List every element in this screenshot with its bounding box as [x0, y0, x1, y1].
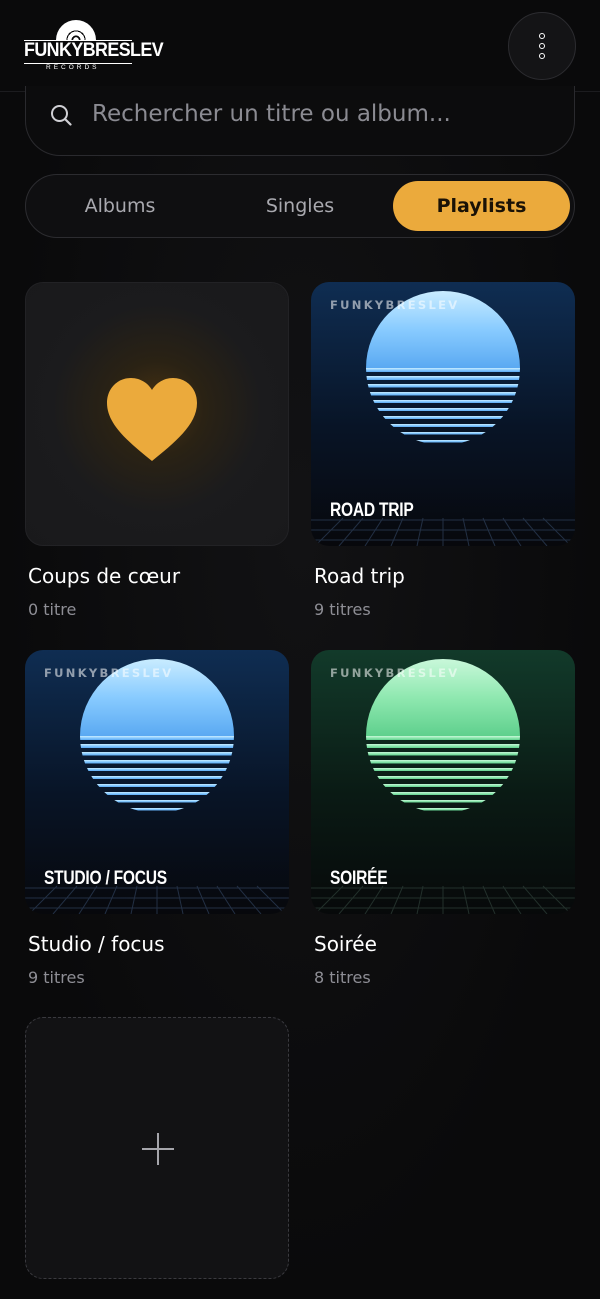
- playlist-title: Road trip: [314, 564, 405, 588]
- playlist-track-count: 8 titres: [314, 968, 371, 987]
- search-icon: [51, 105, 72, 126]
- cover-label: STUDIO / FOCUS: [44, 868, 167, 889]
- vinyl-icon: [56, 20, 96, 40]
- more-options-button[interactable]: [508, 12, 576, 80]
- cover-brand-tag: FUNKYBRESLEV: [44, 666, 174, 680]
- cover-brand-tag: FUNKYBRESLEV: [330, 666, 460, 680]
- app-header: FUNKYBRESLEV RECORDS: [0, 0, 600, 92]
- category-tabs: Albums Singles Playlists: [25, 174, 575, 238]
- more-vertical-icon-dot: [539, 43, 545, 49]
- plus-icon: [142, 1133, 174, 1165]
- cover-brand-tag: FUNKYBRESLEV: [330, 298, 460, 312]
- playlists-screen: FUNKYBRESLEV RECORDS Albums Singles Play…: [0, 0, 600, 1299]
- playlist-cover: FUNKYBRESLEV STUDIO / FOCUS: [25, 650, 289, 914]
- playlist-cover: [25, 282, 289, 546]
- search-input[interactable]: [92, 96, 552, 132]
- search-bar[interactable]: [25, 86, 575, 156]
- playlist-title: Studio / focus: [28, 932, 165, 956]
- brand-logo[interactable]: FUNKYBRESLEV RECORDS: [24, 18, 164, 74]
- playlist-track-count: 9 titres: [314, 600, 371, 619]
- playlist-track-count: 0 titre: [28, 600, 77, 619]
- tab-albums[interactable]: Albums: [32, 181, 208, 231]
- cover-label: SOIRÉE: [330, 868, 388, 889]
- playlist-cover: FUNKYBRESLEV ROAD TRIP: [311, 282, 575, 546]
- playlist-cover: FUNKYBRESLEV SOIRÉE: [311, 650, 575, 914]
- more-vertical-icon: [539, 33, 545, 39]
- tab-singles[interactable]: Singles: [212, 181, 388, 231]
- cover-label: ROAD TRIP: [330, 500, 414, 521]
- create-playlist-button[interactable]: [25, 1017, 289, 1279]
- brand-name: FUNKYBRESLEV: [24, 40, 164, 61]
- brand-subtitle: RECORDS: [46, 64, 100, 71]
- heart-icon: [107, 378, 197, 461]
- playlist-track-count: 9 titres: [28, 968, 85, 987]
- playlist-title: Soirée: [314, 932, 377, 956]
- playlist-title: Coups de cœur: [28, 564, 181, 588]
- tab-playlists[interactable]: Playlists: [393, 181, 570, 231]
- more-vertical-icon-dot: [539, 53, 545, 59]
